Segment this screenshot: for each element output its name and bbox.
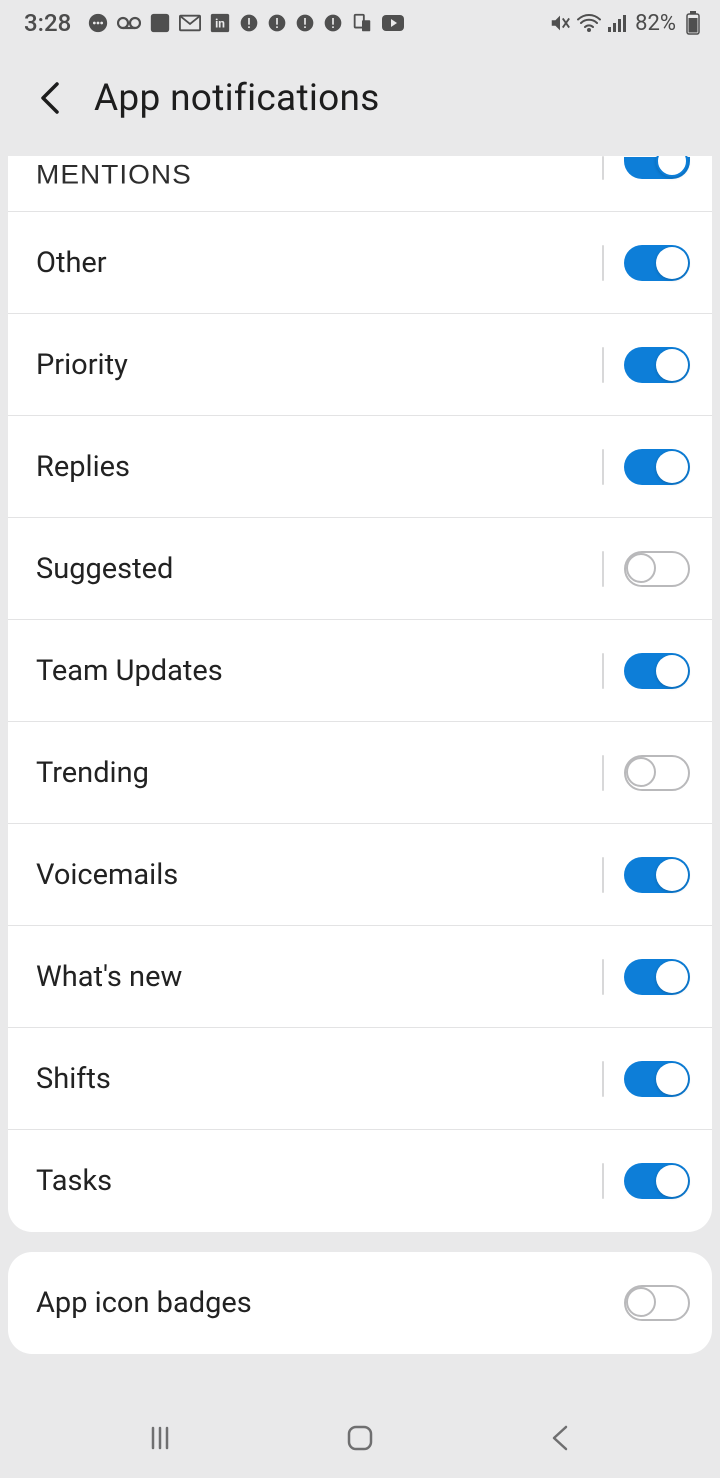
- home-icon: [344, 1422, 376, 1454]
- setting-row-replies[interactable]: Replies: [8, 416, 712, 518]
- separator: [602, 1061, 604, 1097]
- setting-row-priority[interactable]: Priority: [8, 314, 712, 416]
- recents-button[interactable]: [130, 1408, 190, 1468]
- battery-percent: 82%: [635, 11, 676, 36]
- setting-label: What's new: [36, 960, 182, 994]
- toggle-trending[interactable]: [624, 755, 690, 791]
- chat-icon: [87, 12, 109, 34]
- toggle-mentions[interactable]: [624, 157, 690, 179]
- setting-label: Shifts: [36, 1062, 111, 1096]
- mute-icon: [549, 12, 571, 34]
- page-header: App notifications: [0, 46, 720, 150]
- home-button[interactable]: [330, 1408, 390, 1468]
- setting-label: Team Updates: [36, 654, 223, 688]
- setting-label: App icon badges: [36, 1286, 252, 1320]
- setting-row-suggested[interactable]: Suggested: [8, 518, 712, 620]
- signal-icon: [607, 13, 629, 33]
- toggle-app-icon-badges[interactable]: [624, 1285, 690, 1321]
- setting-label: Replies: [36, 450, 130, 484]
- toggle-tasks[interactable]: [624, 1163, 690, 1199]
- toggle-replies[interactable]: [624, 449, 690, 485]
- chevron-left-icon: [37, 78, 63, 118]
- toggle-whats-new[interactable]: [624, 959, 690, 995]
- back-button[interactable]: [30, 78, 70, 118]
- toggle-team-updates[interactable]: [624, 653, 690, 689]
- setting-row-tasks[interactable]: Tasks: [8, 1130, 712, 1232]
- svg-text:in: in: [215, 17, 225, 31]
- separator: [602, 857, 604, 893]
- battery-icon: [686, 11, 700, 35]
- wifi-icon: [577, 13, 601, 33]
- toggle-other[interactable]: [624, 245, 690, 281]
- setting-row-team-updates[interactable]: Team Updates: [8, 620, 712, 722]
- setting-label: Suggested: [36, 552, 173, 586]
- system-nav-bar: [0, 1398, 720, 1478]
- app-icon-badges-card: App icon badges: [8, 1252, 712, 1354]
- alert-icon: [267, 13, 287, 33]
- alert-icon: [323, 13, 343, 33]
- setting-label: Other: [36, 246, 107, 280]
- youtube-icon: [381, 14, 405, 32]
- status-notification-icons: in: [87, 12, 405, 34]
- device-icon: [351, 12, 373, 34]
- toggle-suggested[interactable]: [624, 551, 690, 587]
- chevron-left-icon: [548, 1422, 572, 1454]
- setting-row-shifts[interactable]: Shifts: [8, 1028, 712, 1130]
- setting-label: Trending: [36, 756, 149, 790]
- toggle-shifts[interactable]: [624, 1061, 690, 1097]
- separator: [602, 959, 604, 995]
- setting-row-app-icon-badges[interactable]: App icon badges: [8, 1252, 712, 1354]
- setting-row-trending[interactable]: Trending: [8, 722, 712, 824]
- app-icon: [149, 12, 171, 34]
- toggle-voicemails[interactable]: [624, 857, 690, 893]
- linkedin-icon: in: [209, 12, 231, 34]
- setting-label: Tasks: [36, 1164, 112, 1198]
- separator: [602, 449, 604, 485]
- separator: [602, 156, 604, 180]
- setting-row-other[interactable]: Other: [8, 212, 712, 314]
- system-back-button[interactable]: [530, 1408, 590, 1468]
- setting-row-voicemails[interactable]: Voicemails: [8, 824, 712, 926]
- alert-icon: [295, 13, 315, 33]
- separator: [602, 1163, 604, 1199]
- notification-settings-card: Mentions Other Priority Replies Suggeste…: [8, 156, 712, 1232]
- page-title: App notifications: [94, 77, 380, 120]
- setting-label: Priority: [36, 348, 128, 382]
- gmail-icon: [179, 14, 201, 32]
- toggle-priority[interactable]: [624, 347, 690, 383]
- separator: [602, 755, 604, 791]
- separator: [602, 245, 604, 281]
- recents-icon: [145, 1423, 175, 1453]
- voicemail-icon: [117, 16, 141, 30]
- status-bar: 3:28 in: [0, 0, 720, 46]
- alert-icon: [239, 13, 259, 33]
- status-time: 3:28: [24, 9, 71, 37]
- setting-label: Mentions: [36, 157, 192, 191]
- separator: [602, 653, 604, 689]
- setting-row-mentions[interactable]: Mentions: [8, 156, 712, 212]
- setting-label: Voicemails: [36, 858, 178, 892]
- separator: [602, 551, 604, 587]
- setting-row-whats-new[interactable]: What's new: [8, 926, 712, 1028]
- separator: [602, 347, 604, 383]
